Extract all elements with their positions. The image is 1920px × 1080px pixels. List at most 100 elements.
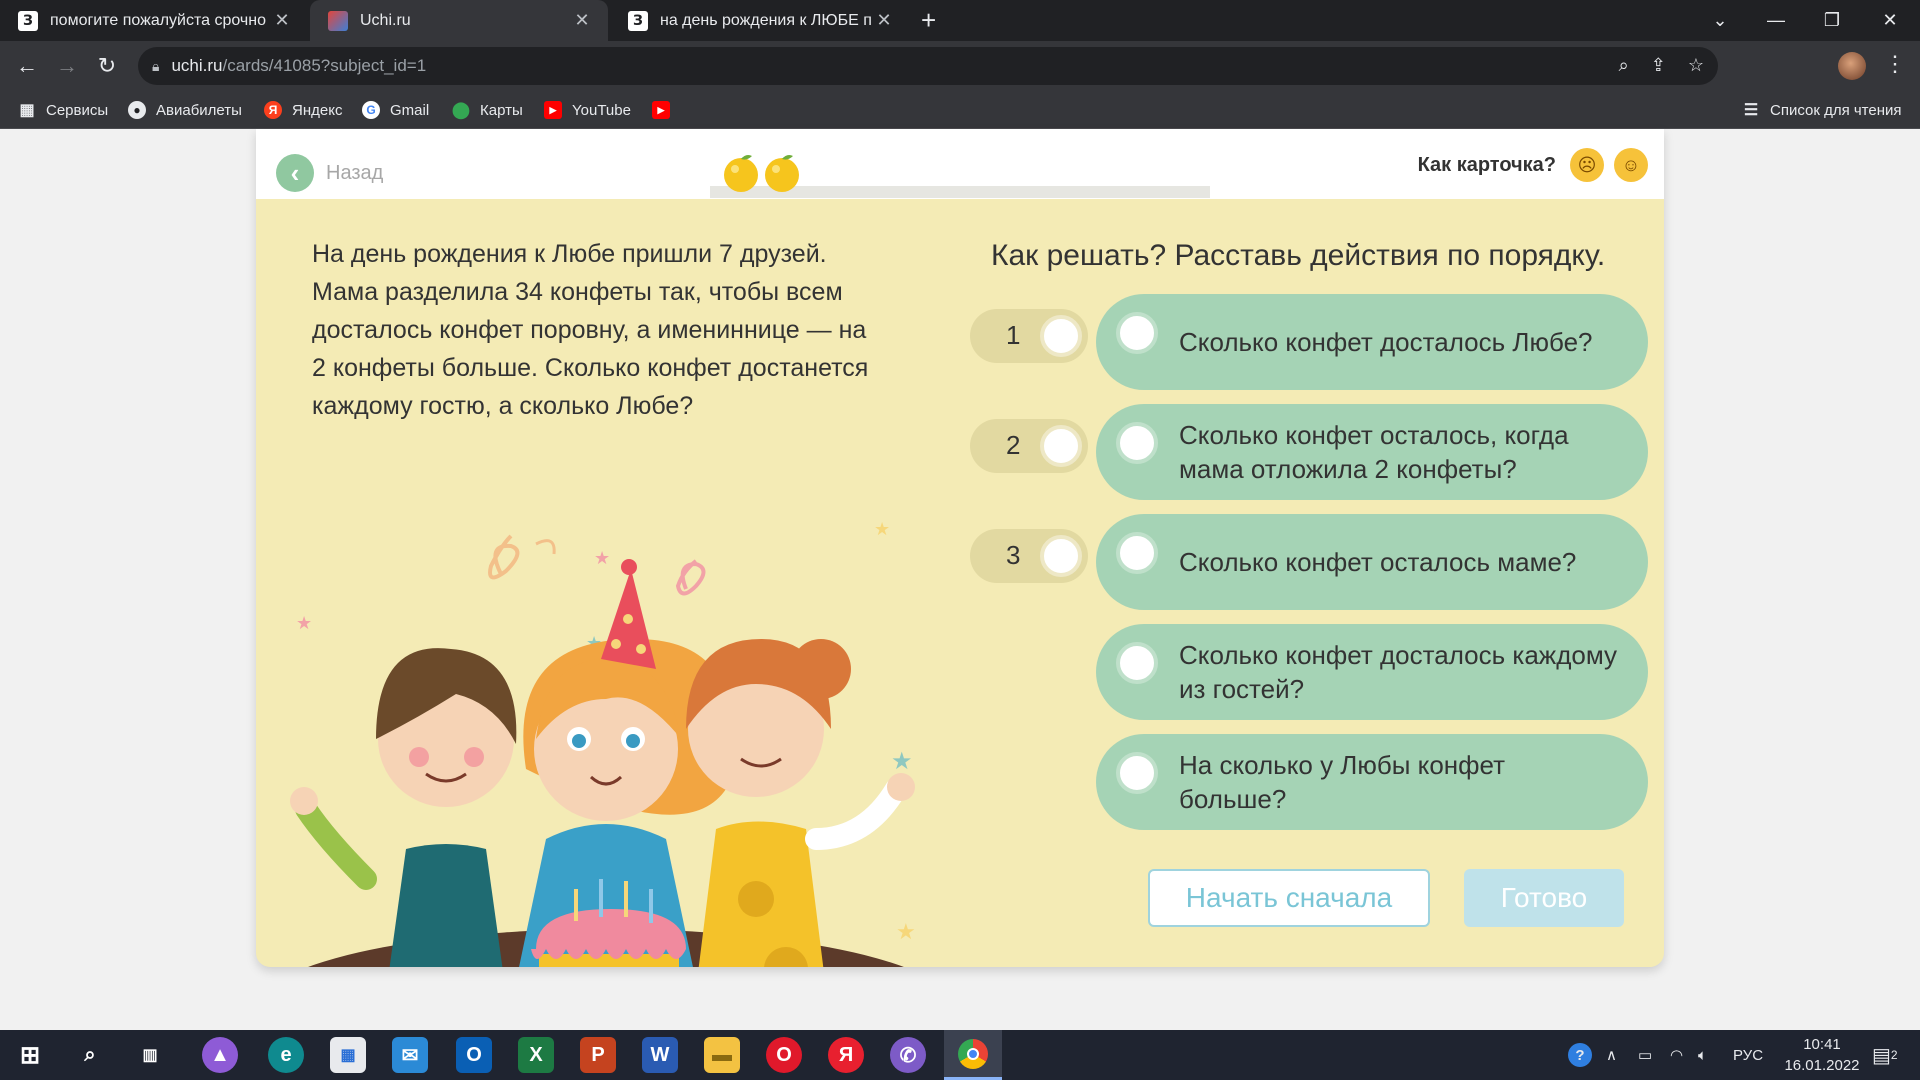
youtube-icon: ▶ [544, 101, 562, 119]
order-slot-1[interactable]: 1 [970, 309, 1088, 363]
back-button[interactable]: ‹ Назад [276, 154, 383, 192]
zoom-icon[interactable]: ⌕ [1619, 55, 1629, 76]
url-text: uchi.ru/cards/41085?subject_id=1 [171, 56, 427, 75]
restart-button[interactable]: Начать сначала [1148, 869, 1430, 927]
share-icon[interactable]: ⇪ [1651, 55, 1666, 76]
znanija-favicon-icon: З [628, 10, 648, 31]
clock[interactable]: 10:41 16.01.2022 [1776, 1034, 1868, 1076]
notifications-icon[interactable]: ▤ 2 [1872, 1030, 1898, 1080]
bookmark-maps[interactable]: ⬤ Карты [452, 91, 523, 129]
bookmark-star-icon[interactable]: ☆ [1688, 55, 1704, 76]
close-icon[interactable]: ✕ [872, 10, 896, 31]
svg-text:★: ★ [874, 519, 890, 540]
windows-start-icon[interactable]: ⊞ [12, 1037, 48, 1073]
powerpoint-icon[interactable]: P [580, 1037, 616, 1073]
tray-chevron-icon[interactable]: ∧ [1606, 1030, 1617, 1080]
bookmark-label: YouTube [572, 101, 631, 119]
yandex-browser-icon[interactable]: Я [828, 1037, 864, 1073]
option-card-5[interactable]: На сколько у Любы конфет больше? [1096, 734, 1648, 830]
window-close-icon[interactable]: ✕ [1862, 0, 1918, 41]
tab-znanija-1[interactable]: З помогите пожалуйста срочно - ✕ [0, 0, 308, 41]
lock-icon: 🔒︎ [152, 57, 160, 74]
bookmark-gmail[interactable]: G Gmail [362, 91, 429, 129]
tab-title: помогите пожалуйста срочно - [50, 11, 270, 29]
map-pin-icon: ⬤ [452, 102, 470, 119]
slot-number: 1 [1006, 320, 1021, 350]
restore-icon[interactable]: ❐ [1804, 0, 1860, 41]
youtube-icon: ▶ [652, 101, 670, 119]
bookmark-services[interactable]: ▦ Сервисы [18, 91, 108, 129]
bookmark-yandex[interactable]: Я Яндекс [264, 91, 342, 129]
tab-uchi[interactable]: Uchi.ru ✕ [310, 0, 608, 41]
edge-icon[interactable]: e [268, 1037, 304, 1073]
bookmark-label: Сервисы [46, 101, 109, 119]
problem-text: На день рождения к Любе пришли 7 друзей.… [312, 240, 869, 420]
minimize-icon[interactable]: — [1748, 0, 1804, 41]
order-slot-3[interactable]: 3 [970, 529, 1088, 583]
slot-drop-circle[interactable] [1040, 425, 1082, 467]
bookmark-avia[interactable]: ● Авиабилеты [128, 91, 242, 129]
file-explorer-icon[interactable]: ▬ [704, 1037, 740, 1073]
option-card-2[interactable]: Сколько конфет осталось, когда мама отло… [1096, 404, 1648, 500]
option-text: На сколько у Любы конфет больше? [1179, 750, 1506, 814]
sad-face-icon[interactable]: ☹ [1570, 148, 1604, 182]
globe-icon: ● [128, 101, 146, 119]
menu-kebab-icon[interactable]: ⋮ [1884, 51, 1906, 77]
option-card-3[interactable]: Сколько конфет осталось маме? [1096, 514, 1648, 610]
option-text: Сколько конфет осталось маме? [1179, 547, 1577, 577]
task-view-icon[interactable]: ▥ [132, 1037, 168, 1073]
rating-question: Как карточка? [1417, 153, 1556, 176]
drag-handle-circle[interactable] [1116, 312, 1158, 354]
store-icon[interactable]: ▦ [330, 1037, 366, 1073]
alice-icon[interactable]: ▲ [202, 1037, 238, 1073]
mail-icon[interactable]: ✉ [392, 1037, 428, 1073]
slot-drop-circle[interactable] [1040, 315, 1082, 357]
close-icon[interactable]: ✕ [270, 10, 294, 31]
drag-handle-circle[interactable] [1116, 532, 1158, 574]
order-slot-2[interactable]: 2 [970, 419, 1088, 473]
close-icon[interactable]: ✕ [570, 10, 594, 31]
option-card-1[interactable]: Сколько конфет досталось Любе? [1096, 294, 1648, 390]
smile-face-icon[interactable]: ☺ [1614, 148, 1648, 182]
search-icon[interactable]: ⌕ [72, 1037, 108, 1073]
tab-title: Uchi.ru [360, 11, 411, 29]
word-icon[interactable]: W [642, 1037, 678, 1073]
wifi-icon[interactable]: ◠ [1670, 1030, 1683, 1080]
slot-drop-circle[interactable] [1040, 535, 1082, 577]
reading-list[interactable]: ☰ Список для чтения [1742, 91, 1902, 129]
forward-arrow-icon[interactable]: → [50, 49, 84, 83]
tab-title: на день рождения к ЛЮБЕ при [660, 11, 872, 29]
volume-icon[interactable]: 🔈︎ [1698, 1030, 1707, 1080]
option-card-4[interactable]: Сколько конфет досталось каждому из гост… [1096, 624, 1648, 720]
address-bar[interactable]: 🔒︎ uchi.ru/cards/41085?subject_id=1 ⌕ ⇪ … [138, 47, 1718, 85]
excel-icon[interactable]: X [518, 1037, 554, 1073]
notification-count: 2 [1890, 1048, 1898, 1062]
svg-text:★: ★ [891, 747, 913, 775]
new-tab-plus-icon[interactable]: + [921, 5, 936, 36]
clock-time: 10:41 [1803, 1036, 1841, 1053]
bookmark-youtube-2[interactable]: ▶ [652, 91, 680, 129]
chrome-taskbar-button[interactable] [944, 1030, 1002, 1080]
bookmark-youtube[interactable]: ▶ YouTube [544, 91, 631, 129]
viber-icon[interactable]: ✆ [890, 1037, 926, 1073]
znanija-favicon-icon: З [18, 10, 38, 31]
orange-icon [765, 155, 799, 192]
battery-icon[interactable]: ▭ [1638, 1030, 1652, 1080]
chrome-icon [958, 1038, 988, 1069]
outlook-icon[interactable]: O [456, 1037, 492, 1073]
option-text: Сколько конфет досталось Любе? [1179, 327, 1593, 357]
done-button[interactable]: Готово [1464, 869, 1624, 927]
back-arrow-icon[interactable]: ← [10, 49, 44, 83]
profile-avatar[interactable] [1838, 52, 1866, 80]
language-indicator[interactable]: РУС [1733, 1030, 1763, 1080]
opera-icon[interactable]: O [766, 1037, 802, 1073]
tab-znanija-2[interactable]: З на день рождения к ЛЮБЕ при ✕ [610, 0, 910, 41]
svg-text:★: ★ [594, 548, 610, 569]
drag-handle-circle[interactable] [1116, 642, 1158, 684]
windows-taskbar: ⊞ ⌕ ▥ ▲ e ▦ ✉ O X P W ▬ O Я ✆ ? ∧ ▭ ◠ 🔈︎… [0, 1030, 1920, 1080]
drag-handle-circle[interactable] [1116, 752, 1158, 794]
reload-icon[interactable]: ↻ [90, 49, 124, 83]
help-icon[interactable]: ? [1568, 1030, 1592, 1080]
drag-handle-circle[interactable] [1116, 422, 1158, 464]
tab-search-chevron-icon[interactable]: ⌄ [1692, 0, 1748, 41]
